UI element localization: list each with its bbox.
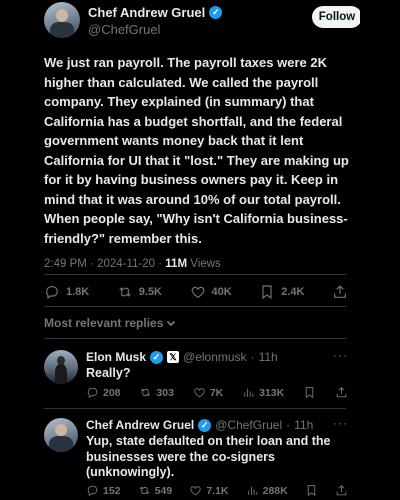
- share-button[interactable]: [335, 484, 348, 497]
- divider: [44, 408, 346, 409]
- reply-count: 152: [103, 484, 121, 497]
- more-options-button[interactable]: ···: [333, 416, 348, 430]
- reply-sort-label: Most relevant replies: [44, 316, 164, 330]
- bookmark-icon: [307, 485, 316, 497]
- reply-author-handle[interactable]: @ChefGruel: [215, 418, 282, 432]
- like-count: 7K: [209, 386, 224, 399]
- like-count: 40K: [211, 286, 232, 298]
- like-button[interactable]: 7.1K: [189, 484, 229, 497]
- reply-author-name[interactable]: Chef Andrew Gruel: [86, 418, 194, 432]
- repost-button[interactable]: 9.5K: [117, 284, 162, 300]
- post-time[interactable]: 2:49 PM: [44, 258, 87, 270]
- reply-icon: [87, 485, 98, 497]
- reply-actions: 208 303 7K 313K: [86, 386, 348, 399]
- post-header: Chef Andrew Gruel ✓ @ChefGruel Follow: [44, 2, 360, 46]
- reply-sort-toggle[interactable]: Most relevant replies: [44, 316, 176, 330]
- x-affiliate-badge-icon: 𝕏: [167, 351, 180, 363]
- reply-age[interactable]: 11h: [294, 418, 313, 432]
- author-avatar[interactable]: [44, 2, 80, 38]
- reply-item[interactable]: Elon Musk ✓ 𝕏 @elonmusk · 11h ··· Really…: [44, 348, 348, 410]
- views-bars-icon: [247, 486, 257, 495]
- reply-button[interactable]: 208: [86, 386, 121, 399]
- heart-icon: [191, 286, 204, 299]
- repost-icon: [139, 486, 149, 495]
- reply-actions: 152 549 7.1K 288K: [86, 484, 348, 497]
- post-frame: Chef Andrew Gruel ✓ @ChefGruel Follow We…: [30, 0, 360, 500]
- bookmark-button[interactable]: 2.4K: [259, 284, 304, 300]
- repost-count: 549: [154, 484, 173, 497]
- repost-button[interactable]: 303: [139, 386, 174, 399]
- share-icon: [334, 285, 346, 298]
- reply-header: Chef Andrew Gruel ✓ @ChefGruel · 11h: [86, 418, 314, 432]
- divider: [44, 306, 346, 307]
- reply-author-handle[interactable]: @elonmusk: [183, 350, 247, 364]
- repost-icon: [119, 287, 131, 297]
- reply-item[interactable]: Chef Andrew Gruel ✓ @ChefGruel · 11h ···…: [44, 416, 348, 500]
- share-icon: [336, 484, 347, 496]
- heart-icon: [190, 486, 201, 496]
- chevron-down-icon: [167, 320, 176, 327]
- reply-icon: [46, 286, 58, 300]
- share-button[interactable]: [332, 284, 348, 300]
- reply-avatar[interactable]: [44, 350, 78, 384]
- share-icon: [336, 386, 347, 398]
- views-button[interactable]: 288K: [246, 484, 288, 497]
- reply-button[interactable]: 1.8K: [44, 284, 89, 300]
- views-count: 313K: [259, 386, 285, 399]
- share-button[interactable]: [335, 386, 348, 399]
- more-options-button[interactable]: ···: [333, 348, 348, 362]
- reply-count: 208: [103, 386, 121, 399]
- like-button[interactable]: 7K: [193, 386, 223, 399]
- reply-author-name[interactable]: Elon Musk: [86, 350, 146, 364]
- reply-header: Elon Musk ✓ 𝕏 @elonmusk · 11h: [86, 350, 278, 364]
- post-meta: 2:49 PM · 2024-11-20 · 11M Views: [44, 258, 221, 270]
- bookmark-button[interactable]: [303, 386, 316, 399]
- repost-icon: [141, 388, 151, 397]
- author-handle[interactable]: @ChefGruel: [88, 22, 160, 37]
- verified-badge-icon: ✓: [150, 350, 164, 364]
- reply-text: Yup, state defaulted on their loan and t…: [86, 434, 331, 479]
- bookmark-icon: [305, 387, 314, 399]
- reply-avatar[interactable]: [44, 418, 78, 452]
- bookmark-count: 2.4K: [281, 286, 305, 298]
- reply-age[interactable]: 11h: [259, 350, 278, 364]
- repost-button[interactable]: 549: [138, 484, 173, 497]
- divider: [44, 274, 346, 275]
- reply-count: 1.8K: [66, 286, 90, 298]
- bookmark-icon: [262, 285, 272, 300]
- post-text: We just ran payroll. The payroll taxes w…: [44, 55, 353, 246]
- reply-button[interactable]: 152: [86, 484, 121, 497]
- follow-button[interactable]: Follow: [312, 6, 360, 28]
- heart-icon: [194, 388, 205, 398]
- verified-badge-icon: ✓: [198, 418, 212, 432]
- author-name-line: Chef Andrew Gruel ✓: [88, 5, 223, 20]
- views-bars-icon: [244, 388, 254, 397]
- divider: [44, 338, 346, 339]
- post-date[interactable]: 2024-11-20: [97, 258, 155, 270]
- reply-text: Really?: [86, 366, 131, 380]
- bookmark-button[interactable]: [305, 484, 318, 497]
- post-actions: 1.8K 9.5K 40K 2.4K: [44, 280, 348, 304]
- views-label: Views: [190, 258, 221, 270]
- views-count: 11M: [165, 258, 188, 270]
- views-button[interactable]: 313K: [242, 386, 284, 399]
- author-name[interactable]: Chef Andrew Gruel: [88, 5, 205, 20]
- like-count: 7.1K: [206, 484, 229, 497]
- verified-badge-icon: ✓: [209, 6, 223, 19]
- repost-count: 303: [156, 386, 174, 399]
- views-count: 288K: [262, 484, 288, 497]
- like-button[interactable]: 40K: [190, 284, 232, 300]
- reply-icon: [87, 387, 98, 399]
- repost-count: 9.5K: [138, 286, 163, 298]
